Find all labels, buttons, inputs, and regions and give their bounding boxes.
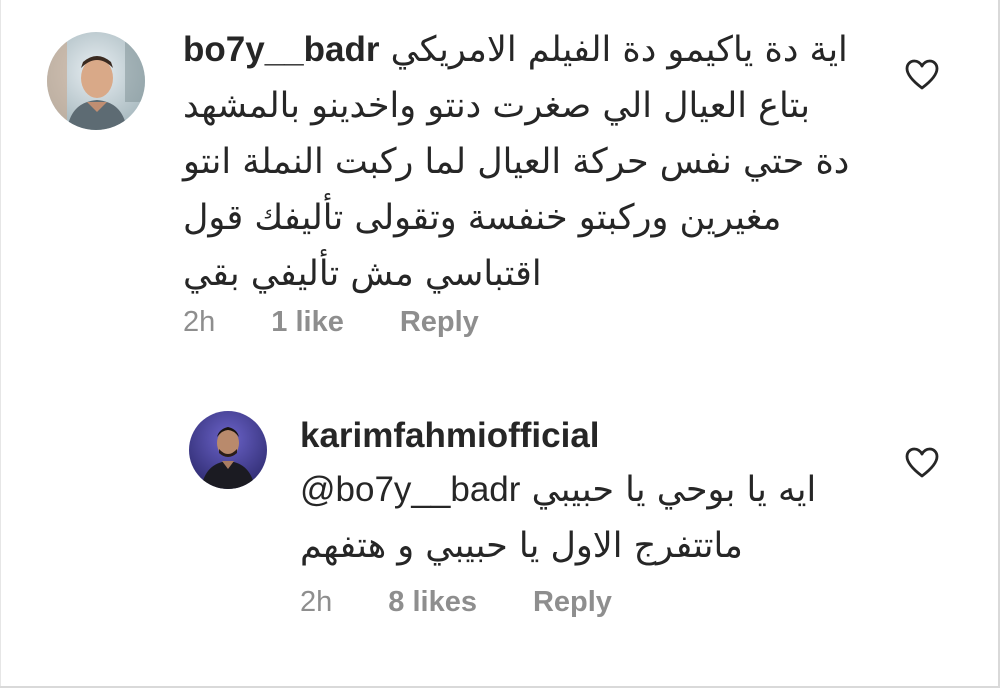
reply-button[interactable]: Reply [400, 306, 479, 339]
comment-line: ماتتفرج الاول يا حبيبي و هتفهم [300, 518, 816, 574]
mention-link[interactable]: @bo7y__badr [300, 470, 520, 509]
profile-photo-icon [47, 32, 145, 130]
likes-count-button[interactable]: 1 like [271, 306, 344, 339]
reply-button[interactable]: Reply [533, 586, 612, 619]
comment-timestamp: 2h [183, 305, 216, 338]
comment-line: karimfahmiofficial [300, 410, 816, 462]
comment-line: @bo7y__badr ايه يا بوحي يا حبيبي [300, 462, 816, 518]
comment-username[interactable]: bo7y__badr [183, 30, 379, 69]
comment-body: karimfahmiofficial @bo7y__badr ايه يا بو… [300, 410, 816, 574]
comment-item: karimfahmiofficial @bo7y__badr ايه يا بو… [0, 360, 1000, 688]
profile-photo-icon [189, 411, 267, 489]
comment-meta: 2h 8 likes Reply [300, 582, 612, 622]
comment-text: ماتتفرج الاول يا حبيبي و هتفهم [300, 526, 743, 566]
comment-meta: 2h 1 like Reply [183, 302, 479, 342]
avatar[interactable] [47, 32, 145, 130]
comment-line: بتاع العيال الي صغرت دنتو واخدينو بالمشه… [183, 78, 849, 134]
heart-outline-icon[interactable] [905, 59, 939, 91]
comment-line: دة حتي نفس حركة العيال لما ركبت النملة ا… [183, 134, 849, 190]
comment-text: بتاع العيال الي صغرت دنتو واخدينو بالمشه… [183, 86, 810, 126]
comments-screen: bo7y__badr اية دة ياكيمو دة الفيلم الامر… [0, 0, 1000, 688]
avatar[interactable] [189, 411, 267, 489]
comment-line: bo7y__badr اية دة ياكيمو دة الفيلم الامر… [183, 22, 849, 78]
comment-timestamp: 2h [300, 585, 333, 618]
comment-text: ايه يا بوحي يا حبيبي [531, 470, 817, 510]
comment-text: مغيرين وركبتو خنفسة وتقولى تأليفك قول [183, 198, 782, 238]
comment-line: مغيرين وركبتو خنفسة وتقولى تأليفك قول [183, 190, 849, 246]
comment-username[interactable]: karimfahmiofficial [300, 416, 600, 455]
comment-text: اية دة ياكيمو دة الفيلم الامريكي [390, 30, 848, 70]
comment-item: bo7y__badr اية دة ياكيمو دة الفيلم الامر… [0, 0, 1000, 360]
likes-count-button[interactable]: 8 likes [388, 586, 477, 619]
comment-line: اقتباسي مش تأليفي بقي [183, 246, 849, 302]
comment-body: bo7y__badr اية دة ياكيمو دة الفيلم الامر… [183, 22, 849, 302]
heart-outline-icon[interactable] [905, 447, 939, 479]
comment-text: دة حتي نفس حركة العيال لما ركبت النملة ا… [183, 142, 850, 182]
comment-text: اقتباسي مش تأليفي بقي [183, 254, 542, 294]
